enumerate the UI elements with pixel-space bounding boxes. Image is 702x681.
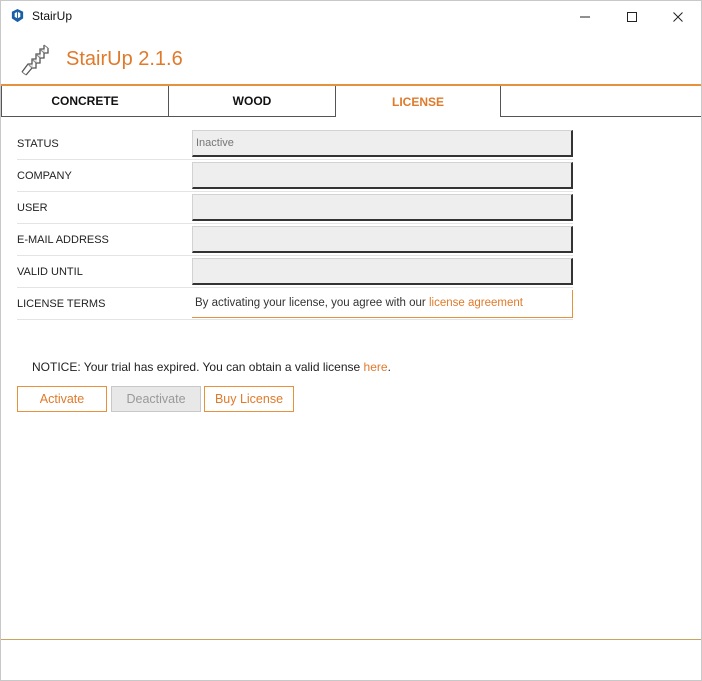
close-button[interactable] bbox=[655, 1, 701, 32]
license-form: STATUS COMPANY USER E-MAIL ADDRESS VALID… bbox=[17, 128, 573, 320]
close-icon bbox=[673, 11, 683, 22]
status-field[interactable] bbox=[192, 130, 573, 157]
valid-until-row: VALID UNTIL bbox=[17, 256, 573, 288]
stair-logo-icon bbox=[21, 44, 49, 76]
license-terms-label: LICENSE TERMS bbox=[17, 298, 106, 310]
buy-license-button[interactable]: Buy License bbox=[204, 386, 294, 412]
title-bar[interactable]: StairUp bbox=[1, 1, 701, 32]
email-label: E-MAIL ADDRESS bbox=[17, 234, 109, 246]
company-field[interactable] bbox=[192, 162, 573, 189]
window-title: StairUp bbox=[32, 9, 73, 23]
trial-notice: NOTICE: Your trial has expired. You can … bbox=[32, 360, 391, 374]
minimize-button[interactable] bbox=[562, 1, 608, 32]
sketchup-icon bbox=[11, 8, 24, 23]
tab-concrete[interactable]: CONCRETE bbox=[1, 86, 169, 117]
app-name: StairUp 2.1.6 bbox=[66, 48, 183, 70]
valid-until-field[interactable] bbox=[192, 258, 573, 285]
tab-bar-line bbox=[500, 116, 701, 117]
tab-bar: CONCRETE WOOD LICENSE bbox=[1, 86, 701, 117]
license-agreement-link[interactable]: license agreement bbox=[429, 297, 523, 309]
status-label: STATUS bbox=[17, 138, 59, 150]
license-terms-row: LICENSE TERMS By activating your license… bbox=[17, 288, 573, 320]
notice-suffix: . bbox=[387, 360, 391, 374]
minimize-icon bbox=[580, 16, 590, 17]
deactivate-button: Deactivate bbox=[111, 386, 201, 412]
maximize-icon bbox=[627, 11, 637, 22]
app-header: StairUp 2.1.6 bbox=[1, 32, 701, 85]
user-field[interactable] bbox=[192, 194, 573, 221]
license-terms-text: By activating your license, you agree wi… bbox=[195, 297, 429, 309]
user-label: USER bbox=[17, 202, 48, 214]
status-row: STATUS bbox=[17, 128, 573, 160]
company-row: COMPANY bbox=[17, 160, 573, 192]
activate-button[interactable]: Activate bbox=[17, 386, 107, 412]
maximize-button[interactable] bbox=[609, 1, 655, 32]
obtain-license-link[interactable]: here bbox=[364, 360, 388, 374]
app-window: StairUp StairUp 2.1.6 CONCRETE WOOD LICE… bbox=[0, 0, 702, 681]
company-label: COMPANY bbox=[17, 170, 72, 182]
license-terms-box: By activating your license, you agree wi… bbox=[192, 290, 573, 318]
tab-wood[interactable]: WOOD bbox=[168, 86, 336, 117]
tab-license[interactable]: LICENSE bbox=[335, 86, 501, 117]
footer-divider bbox=[1, 639, 701, 640]
notice-text: NOTICE: Your trial has expired. You can … bbox=[32, 360, 364, 374]
email-row: E-MAIL ADDRESS bbox=[17, 224, 573, 256]
valid-until-label: VALID UNTIL bbox=[17, 266, 83, 278]
email-field[interactable] bbox=[192, 226, 573, 253]
user-row: USER bbox=[17, 192, 573, 224]
